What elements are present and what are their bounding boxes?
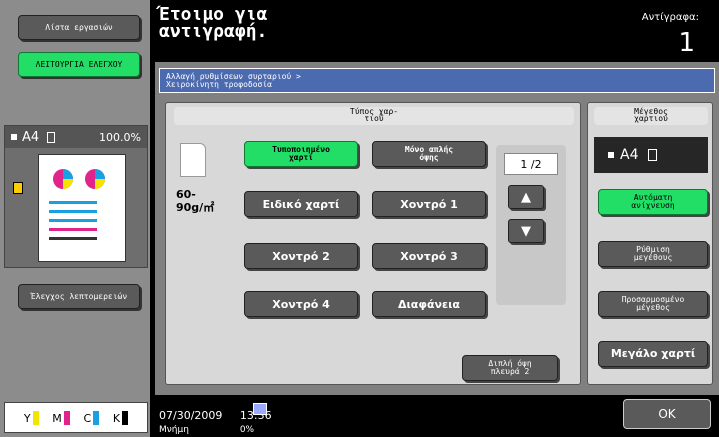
memory-status: Μνήμη 0% bbox=[159, 425, 254, 435]
paper-tray-icon bbox=[608, 152, 614, 158]
portrait-icon bbox=[47, 131, 56, 143]
toner-y-bar bbox=[32, 410, 39, 425]
thick-1-button[interactable]: Χοντρό 1 bbox=[372, 191, 486, 217]
main-panel: Αλλαγή ρυθμίσεων συρταριού > Χειροκίνητη… bbox=[155, 62, 719, 395]
paper-weight-line-1: 60- bbox=[176, 188, 196, 201]
portrait-orientation-icon bbox=[648, 149, 658, 161]
breadcrumb: Αλλαγή ρυθμίσεων συρταριού > Χειροκίνητη… bbox=[159, 68, 715, 93]
transparency-label: Διαφάνεια bbox=[398, 297, 460, 311]
memory-value: 0% bbox=[239, 425, 255, 435]
ok-button[interactable]: OK bbox=[623, 399, 711, 429]
network-icon bbox=[253, 403, 267, 415]
memory-label: Μνήμη bbox=[159, 425, 189, 435]
single-side-only-button[interactable]: Μόνο απλής όψης bbox=[372, 141, 486, 167]
preview-graphic bbox=[49, 169, 105, 240]
paper-type-panel: Τύπος χαρ- τιού 60- 90g/㎡ Τυποποιημένο χ… bbox=[165, 102, 581, 385]
paper-weight-line-2: 90g/㎡ bbox=[176, 201, 215, 214]
toner-m-label: M bbox=[52, 411, 62, 425]
paper-size-title-line-2: χαρτιού bbox=[634, 114, 668, 123]
paper-icon-small bbox=[11, 134, 17, 140]
copy-preview: A4 100.0% bbox=[4, 125, 148, 268]
status-message: Έτοιμο για αντιγραφή. bbox=[159, 6, 268, 42]
arrow-up-icon: ▲ bbox=[521, 189, 531, 205]
breadcrumb-line-2: Χειροκίνητη τροφοδοσία bbox=[166, 80, 272, 89]
check-details-button[interactable]: Έλεγχος λεπτομερειών bbox=[18, 284, 140, 309]
custom-size-button[interactable]: Προσαρμοσμένο μέγεθος bbox=[598, 291, 708, 317]
paper-weight: 60- 90g/㎡ bbox=[176, 188, 214, 214]
auto-detect-button[interactable]: Αυτόματη ανίχνευση bbox=[598, 189, 708, 215]
custom-size-line-2: μέγεθος bbox=[636, 303, 670, 312]
date-value: 07/30/2009 bbox=[159, 409, 223, 422]
ok-label: OK bbox=[658, 407, 676, 421]
job-list-label: Λίστα εργασιών bbox=[45, 22, 113, 32]
large-paper-label: Μεγάλο χαρτί bbox=[610, 347, 696, 360]
copy-stack-icon bbox=[13, 182, 23, 194]
paper-type-title-line-2: τιού bbox=[364, 114, 384, 123]
adjust-size-line-2: μεγέθους bbox=[633, 253, 673, 262]
special-paper-label: Ειδικό χαρτί bbox=[262, 197, 340, 211]
paper-sheet-icon bbox=[180, 143, 206, 177]
toner-c-bar bbox=[93, 410, 100, 425]
status-header: Έτοιμο για αντιγραφή. Αντίγραφα: 1 bbox=[155, 0, 719, 62]
toner-levels: Y M C K bbox=[4, 402, 148, 433]
page-navigator: 1 /2 ▲ ▼ bbox=[496, 145, 566, 305]
auto-detect-line-2: ανίχνευση bbox=[631, 201, 675, 210]
toner-m-bar bbox=[63, 410, 70, 425]
plain-paper-button[interactable]: Τυποποιημένο χαρτί bbox=[244, 141, 358, 167]
thick-4-label: Χοντρό 4 bbox=[272, 297, 330, 311]
left-panel: Λίστα εργασιών ΛΕΙΤΟΥΡΓΙΑ ΕΛΕΓΧΟΥ A4 100… bbox=[0, 0, 150, 437]
current-paper-size: A4 bbox=[594, 137, 708, 173]
toner-k: K bbox=[112, 410, 129, 425]
preview-page bbox=[38, 154, 126, 262]
adjust-size-button[interactable]: Ρύθμιση μεγέθους bbox=[598, 241, 708, 267]
copies-label: Αντίγραφα: bbox=[641, 12, 699, 23]
paper-size-title: Μέγεθος χαρτιού bbox=[594, 107, 708, 125]
thick-3-button[interactable]: Χοντρό 3 bbox=[372, 243, 486, 269]
preview-zoom: 100.0% bbox=[99, 130, 141, 144]
job-list-button[interactable]: Λίστα εργασιών bbox=[18, 15, 140, 40]
footer-bar: 07/30/2009 13:36 Μνήμη 0% OK bbox=[155, 395, 719, 437]
toner-m: M bbox=[52, 410, 70, 425]
arrow-down-icon: ▼ bbox=[521, 223, 531, 239]
thick-3-label: Χοντρό 3 bbox=[400, 249, 458, 263]
thick-1-label: Χοντρό 1 bbox=[400, 197, 458, 211]
preview-header: A4 100.0% bbox=[5, 126, 147, 148]
check-details-label: Έλεγχος λεπτομερειών bbox=[30, 291, 128, 301]
page-indicator: 1 /2 bbox=[504, 153, 558, 175]
toner-y-label: Y bbox=[23, 411, 31, 425]
plain-paper-line-2: χαρτί bbox=[288, 153, 314, 162]
copies-count: 1 bbox=[678, 28, 695, 58]
toner-k-bar bbox=[122, 410, 129, 425]
paper-size-panel: Μέγεθος χαρτιού A4 Αυτόματη ανίχνευση Ρύ… bbox=[587, 102, 713, 385]
thick-4-button[interactable]: Χοντρό 4 bbox=[244, 291, 358, 317]
transparency-button[interactable]: Διαφάνεια bbox=[372, 291, 486, 317]
special-paper-button[interactable]: Ειδικό χαρτί bbox=[244, 191, 358, 217]
toner-c-label: C bbox=[83, 411, 92, 425]
check-function-label: ΛΕΙΤΟΥΡΓΙΑ ΕΛΕΓΧΟΥ bbox=[35, 59, 123, 69]
large-paper-button[interactable]: Μεγάλο χαρτί bbox=[598, 341, 708, 367]
thick-2-label: Χοντρό 2 bbox=[272, 249, 330, 263]
preview-paper: A4 bbox=[22, 129, 40, 145]
page-down-button[interactable]: ▼ bbox=[508, 219, 544, 243]
toner-k-label: K bbox=[112, 411, 121, 425]
status-line-2: αντιγραφή. bbox=[159, 21, 268, 42]
current-paper-size-value: A4 bbox=[620, 147, 639, 163]
toner-y: Y bbox=[23, 410, 39, 425]
check-function-button[interactable]: ΛΕΙΤΟΥΡΓΙΑ ΕΛΕΓΧΟΥ bbox=[18, 52, 140, 77]
thick-2-button[interactable]: Χοντρό 2 bbox=[244, 243, 358, 269]
single-side-line-2: όψης bbox=[419, 153, 439, 162]
duplex-line-2: πλευρά 2 bbox=[490, 367, 530, 376]
page-up-button[interactable]: ▲ bbox=[508, 185, 544, 209]
paper-type-title: Τύπος χαρ- τιού bbox=[174, 107, 574, 125]
duplex-side-2-button[interactable]: Διπλή όψη πλευρά 2 bbox=[462, 355, 558, 381]
toner-c: C bbox=[83, 410, 100, 425]
